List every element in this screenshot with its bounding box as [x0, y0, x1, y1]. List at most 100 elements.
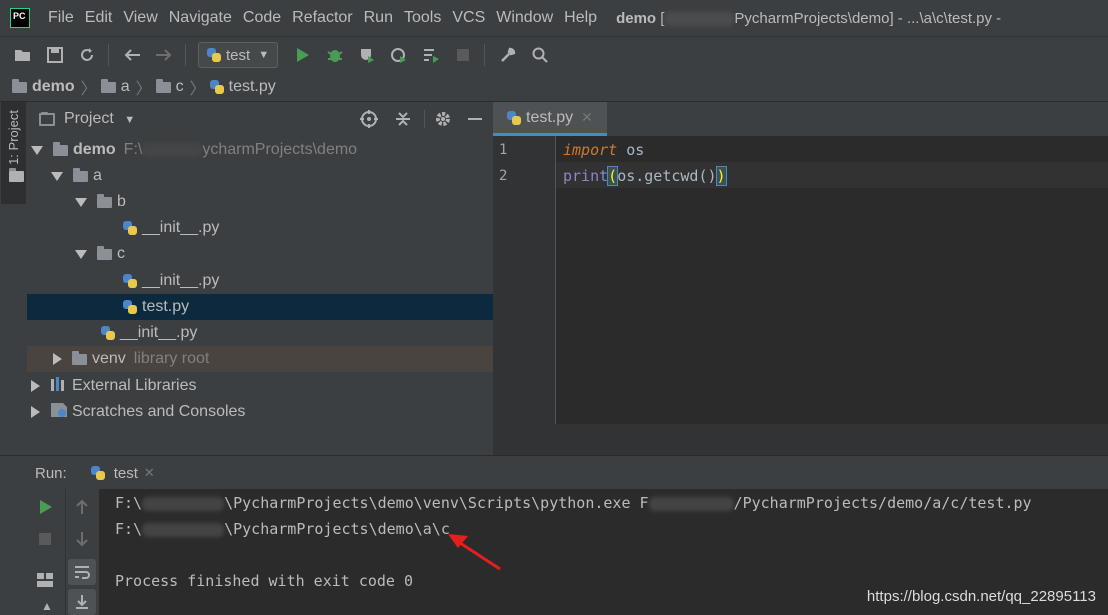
editor-tab-test-py[interactable]: test.py ✕ — [493, 102, 607, 136]
collapse-arrow-icon[interactable] — [53, 353, 62, 365]
tree-item-scratches[interactable]: Scratches and Consoles — [27, 399, 495, 425]
tree-item-demo[interactable]: demo F:\ ycharmProjects\demo — [27, 137, 497, 163]
collapse-arrow-icon[interactable] — [31, 406, 40, 418]
folder-icon — [53, 141, 68, 156]
console-line: F:\ \PycharmProjects\demo\venv\Scripts\py… — [115, 494, 1032, 512]
collapse-arrow-icon[interactable] — [31, 380, 40, 392]
tree-item-label: Scratches and Consoles — [72, 403, 246, 420]
scroll-up-icon[interactable] — [75, 499, 89, 520]
expand-arrow-icon[interactable] — [75, 249, 87, 259]
search-icon[interactable] — [531, 46, 549, 64]
breadcrumb-item-demo[interactable]: demo 〉 — [12, 75, 97, 99]
pin-icon[interactable]: ▲ — [41, 599, 53, 613]
concurrency-icon[interactable] — [422, 46, 440, 64]
run-toolbar: ▲ — [0, 489, 65, 615]
menu-navigate[interactable]: Navigate — [169, 9, 232, 27]
panel-separator — [424, 110, 425, 128]
coverage-icon[interactable] — [358, 46, 376, 64]
editor-tab-label: test.py — [526, 108, 574, 126]
layout-icon[interactable] — [37, 573, 53, 592]
menu-vcs[interactable]: VCS — [452, 9, 485, 27]
code-editor[interactable]: import os print(os.getcwd()) — [556, 136, 1108, 424]
expand-arrow-icon[interactable] — [51, 171, 63, 181]
breadcrumb-item-c[interactable]: c 〉 — [155, 75, 206, 99]
run-tab-test[interactable]: test ✕ — [90, 465, 155, 482]
chevron-right-icon: 〉 — [189, 81, 206, 98]
menu-refactor[interactable]: Refactor — [292, 9, 352, 27]
menu-run[interactable]: Run — [364, 9, 393, 27]
blurred-path — [142, 496, 225, 511]
pycharm-logo-icon[interactable]: PC — [10, 8, 30, 28]
tree-item-label: test.py — [142, 298, 190, 315]
close-icon[interactable]: ✕ — [581, 109, 593, 126]
library-icon — [50, 376, 68, 396]
project-panel-header: Project ▼ — [27, 102, 493, 136]
menu-file[interactable]: File — [48, 9, 74, 27]
menu-window[interactable]: Window — [496, 9, 553, 27]
soft-wrap-icon[interactable] — [68, 559, 96, 585]
profile-icon[interactable] — [390, 46, 408, 64]
locate-icon[interactable] — [360, 110, 378, 133]
scroll-down-icon[interactable] — [75, 531, 89, 552]
blurred-path — [648, 496, 734, 511]
tree-item-label: b — [117, 193, 126, 210]
expand-arrow-icon[interactable] — [75, 197, 87, 207]
run-console-toolbar — [65, 489, 100, 615]
menu-code[interactable]: Code — [243, 9, 281, 27]
rerun-icon[interactable] — [39, 499, 53, 520]
hide-panel-icon[interactable] — [468, 118, 482, 120]
gear-icon[interactable] — [434, 110, 452, 133]
run-icon[interactable] — [294, 46, 312, 64]
line-number: 2 — [499, 168, 508, 184]
menu-view[interactable]: View — [123, 9, 157, 27]
menu-tools[interactable]: Tools — [404, 9, 441, 27]
open-folder-icon[interactable] — [14, 46, 32, 64]
expand-arrow-icon[interactable] — [31, 145, 43, 155]
folder-icon — [8, 167, 24, 182]
console-line: F:\ \PycharmProjects\demo\a\c — [115, 520, 450, 538]
project-view-icon — [39, 111, 55, 126]
tree-item-venv[interactable]: venv library root — [27, 346, 517, 372]
close-icon[interactable]: ✕ — [144, 465, 155, 481]
debug-icon[interactable] — [326, 46, 344, 64]
menu-edit[interactable]: Edit — [85, 9, 113, 27]
sync-icon[interactable] — [78, 46, 96, 64]
tree-item-b[interactable]: b — [27, 189, 541, 215]
python-file-icon — [123, 300, 137, 314]
window-title-path: PycharmProjects\demo] - ...\a\c\test.py … — [734, 9, 1002, 27]
menu-help[interactable]: Help — [564, 9, 597, 27]
tree-item-a[interactable]: a — [27, 163, 517, 189]
forward-arrow-icon[interactable] — [155, 46, 173, 64]
back-arrow-icon[interactable] — [123, 46, 141, 64]
blurred-path — [142, 522, 225, 537]
wrench-icon[interactable] — [499, 46, 517, 64]
breadcrumb-label: demo — [32, 78, 75, 95]
tree-item-c[interactable]: c — [27, 241, 541, 267]
save-icon[interactable] — [46, 46, 64, 64]
breadcrumb-item-a[interactable]: a 〉 — [100, 75, 152, 99]
code-line-2: print(os.getcwd()) — [563, 166, 727, 186]
tree-item-note: library root — [133, 350, 210, 367]
code-line-1: import os — [563, 141, 645, 159]
chevron-down-icon: ▼ — [258, 49, 270, 61]
tree-item-external-libraries[interactable]: External Libraries — [27, 373, 495, 399]
editor-gutter: 1 2 — [493, 136, 556, 424]
project-view-selector[interactable]: Project ▼ — [64, 110, 135, 128]
collapse-all-icon[interactable] — [394, 110, 412, 133]
breadcrumb: demo 〉 a 〉 c 〉 test.py — [0, 73, 1108, 102]
run-panel-label: Run: — [35, 464, 67, 482]
run-config-selector[interactable]: test ▼ — [198, 42, 279, 68]
folder-icon — [100, 78, 116, 93]
editor-empty-area — [493, 424, 1108, 455]
tree-item-label: __init__.py — [120, 324, 198, 341]
scroll-to-end-icon[interactable] — [68, 589, 96, 615]
tree-item-a-init-py[interactable]: __init__.py — [27, 320, 567, 346]
breadcrumb-item-test-py[interactable]: test.py — [209, 78, 276, 96]
python-file-icon — [507, 110, 521, 125]
stop-icon[interactable] — [454, 46, 472, 64]
tree-item-label: __init__.py — [142, 219, 220, 236]
editor-tab-bar: test.py ✕ — [493, 102, 1108, 136]
stop-icon[interactable] — [39, 532, 51, 550]
project-tool-button[interactable]: 1: Project — [1, 102, 26, 204]
tree-item-path: F:\ ycharmProjects\demo — [123, 141, 358, 158]
